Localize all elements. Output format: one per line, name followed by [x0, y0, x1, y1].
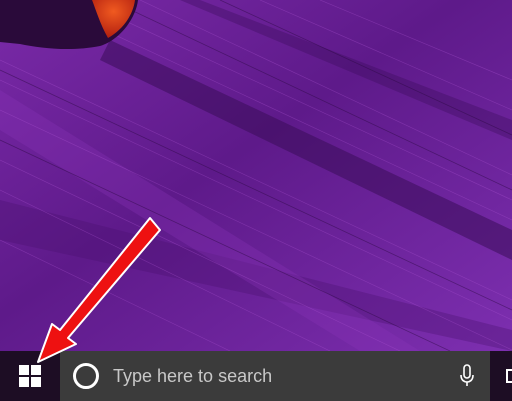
microphone-icon[interactable]: [458, 364, 476, 388]
windows-logo-icon: [19, 365, 41, 387]
cortana-circle-icon: [73, 363, 99, 389]
desktop-wallpaper: [0, 0, 512, 351]
desktop-screen: Type here to search: [0, 0, 512, 401]
start-button[interactable]: [0, 351, 60, 401]
search-box[interactable]: Type here to search: [60, 351, 490, 401]
taskbar: Type here to search: [0, 351, 512, 401]
search-placeholder: Type here to search: [113, 365, 273, 386]
task-view-icon[interactable]: [492, 351, 512, 401]
